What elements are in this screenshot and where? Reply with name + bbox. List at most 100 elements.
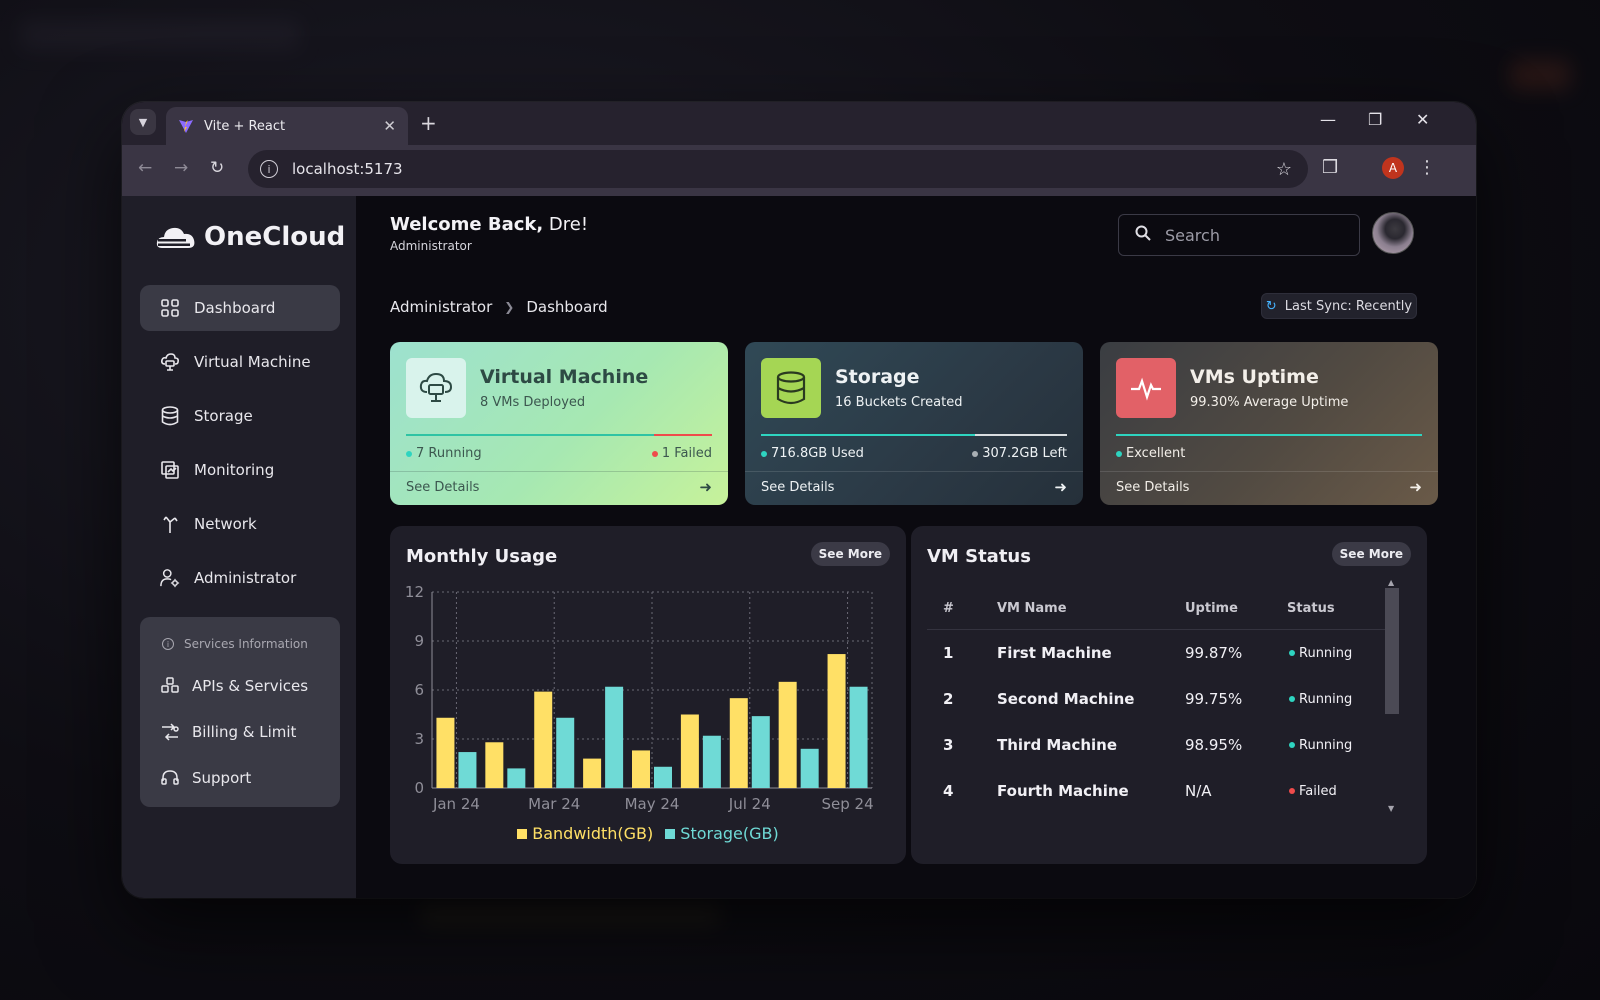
sidebar-item-label: Support: [192, 769, 252, 787]
billing-icon: [160, 723, 180, 741]
back-button[interactable]: ←: [138, 158, 152, 178]
new-tab-button[interactable]: +: [420, 111, 437, 135]
y-tick-label: 0: [414, 779, 424, 797]
sidebar-item-support[interactable]: Support: [160, 769, 251, 787]
vm-status-panel: VM Status See More # VM Name Uptime Stat…: [911, 526, 1427, 864]
bar-storage: [800, 748, 819, 788]
bar-storage: [751, 716, 770, 788]
sidebar-item-label: Monitoring: [194, 461, 275, 479]
see-more-button[interactable]: See More: [810, 542, 890, 566]
table-scrollbar[interactable]: ▲ ▼: [1385, 578, 1399, 818]
search-placeholder: Search: [1165, 225, 1220, 245]
see-more-button[interactable]: See More: [1331, 542, 1411, 566]
url-field[interactable]: i localhost:5173 ☆: [248, 150, 1308, 188]
legend-swatch: [517, 828, 528, 839]
status-badge: Failed: [1289, 768, 1337, 814]
api-icon: [160, 677, 180, 695]
uptime-progress-bar: [1116, 434, 1422, 436]
x-tick-label: Jan 24: [432, 795, 480, 813]
arrow-right-icon[interactable]: ➜: [1054, 478, 1067, 496]
status-dot: [972, 450, 979, 457]
extensions-icon[interactable]: ❒: [1322, 157, 1338, 178]
table-header: # VM Name Uptime Status: [927, 588, 1387, 630]
status-dot: [1116, 450, 1122, 457]
user-avatar[interactable]: [1372, 212, 1414, 254]
legend-item-bandwidth[interactable]: Bandwidth(GB): [517, 824, 653, 843]
monitor-icon: [160, 460, 180, 480]
x-tick-label: Mar 24: [528, 795, 580, 813]
status-badge: Running: [1289, 676, 1352, 722]
welcome-heading: Welcome Back, Dre!: [390, 214, 589, 235]
sidebar-item-dashboard[interactable]: Dashboard: [140, 285, 340, 331]
breadcrumb: Administrator ❯ Dashboard: [390, 298, 608, 316]
close-window-button[interactable]: ✕: [1416, 110, 1429, 129]
chart-legend: Bandwidth(GB) Storage(GB): [390, 824, 906, 843]
main-content: Welcome Back, Dre! Administrator Search …: [356, 196, 1476, 898]
y-tick-label: 12: [405, 583, 424, 601]
close-tab-icon[interactable]: ✕: [383, 117, 396, 135]
tab-title: Vite + React: [204, 118, 286, 134]
bar-bandwidth: [436, 717, 455, 788]
tab-search-button[interactable]: ▼: [130, 109, 156, 135]
sidebar-item-label: Network: [194, 515, 257, 533]
card-subtitle: 99.30% Average Uptime: [1190, 395, 1349, 410]
grid-icon: [160, 298, 180, 318]
sidebar-item-virtual-machine[interactable]: Virtual Machine: [140, 339, 340, 385]
sync-status-button[interactable]: ↻ Last Sync: Recently: [1261, 293, 1417, 319]
see-details-link[interactable]: See Details: [761, 480, 834, 495]
sidebar-item-storage[interactable]: Storage: [140, 393, 340, 439]
bookmark-star-icon[interactable]: ☆: [1276, 159, 1292, 180]
sidebar-item-label: Dashboard: [194, 299, 276, 317]
forward-button[interactable]: →: [174, 158, 188, 178]
cloud-logo-icon: [156, 227, 195, 248]
bar-bandwidth: [729, 698, 748, 788]
brand-logo[interactable]: OneCloud: [156, 222, 345, 252]
browser-window: ▼ Vite + React ✕ + — ❐ ✕ ← → ↻ i localho…: [122, 102, 1476, 898]
table-row[interactable]: 3 Third Machine 98.95% Running: [927, 722, 1387, 768]
sidebar-item-billing-limit[interactable]: Billing & Limit: [160, 723, 296, 741]
minimize-button[interactable]: —: [1320, 110, 1336, 129]
table-row[interactable]: 1 First Machine 99.87% Running: [927, 630, 1387, 676]
reload-button[interactable]: ↻: [210, 158, 224, 178]
sidebar-item-network[interactable]: Network: [140, 501, 340, 547]
status-dot: [761, 450, 767, 457]
panel-title: Monthly Usage: [406, 546, 558, 567]
y-tick-label: 9: [414, 632, 424, 650]
sidebar-item-label: Storage: [194, 407, 253, 425]
monthly-usage-chart: 0 3 6 9 12 Jan 24 Mar 24 May 24 Jul 24 Sep 24: [405, 583, 874, 813]
virtual-machine-card: Virtual Machine 8 VMs Deployed 7 Running…: [390, 342, 728, 505]
column-header: Uptime: [1185, 601, 1238, 616]
sidebar-item-apis-services[interactable]: APIs & Services: [160, 677, 308, 695]
arrow-right-icon[interactable]: ➜: [1409, 478, 1422, 496]
scrollbar-thumb[interactable]: [1385, 588, 1399, 714]
site-info-icon[interactable]: i: [260, 160, 278, 178]
x-tick-label: May 24: [625, 795, 680, 813]
arrow-right-icon[interactable]: ➜: [699, 478, 712, 496]
scroll-up-icon[interactable]: ▲: [1388, 578, 1394, 587]
url-text: localhost:5173: [292, 160, 403, 178]
sidebar-item-monitoring[interactable]: Monitoring: [140, 447, 340, 493]
see-details-link[interactable]: See Details: [406, 480, 479, 495]
table-row[interactable]: 4 Fourth Machine N/A Failed: [927, 768, 1387, 814]
legend-item-storage[interactable]: Storage(GB): [665, 824, 779, 843]
breadcrumb-root[interactable]: Administrator: [390, 298, 492, 316]
breadcrumb-current: Dashboard: [526, 298, 608, 316]
browser-tab[interactable]: Vite + React ✕: [166, 107, 408, 145]
bar-storage: [702, 735, 721, 788]
profile-avatar[interactable]: A: [1382, 157, 1404, 179]
y-tick-label: 3: [414, 730, 424, 748]
scroll-down-icon[interactable]: ▼: [1388, 804, 1394, 813]
bar-bandwidth: [534, 691, 553, 788]
table-row[interactable]: 2 Second Machine 99.75% Running: [927, 676, 1387, 722]
database-icon: [761, 358, 821, 418]
cloud-server-icon: [160, 352, 180, 372]
status-badge: Running: [1289, 630, 1352, 676]
restore-button[interactable]: ❐: [1368, 110, 1382, 129]
card-subtitle: 8 VMs Deployed: [480, 395, 586, 410]
search-input[interactable]: Search: [1118, 214, 1360, 256]
menu-kebab-icon[interactable]: ⋮: [1418, 157, 1436, 178]
card-subtitle: 16 Buckets Created: [835, 395, 963, 410]
sidebar-item-administrator[interactable]: Administrator: [140, 555, 340, 601]
see-details-link[interactable]: See Details: [1116, 480, 1189, 495]
vm-progress-bar: [406, 434, 712, 436]
